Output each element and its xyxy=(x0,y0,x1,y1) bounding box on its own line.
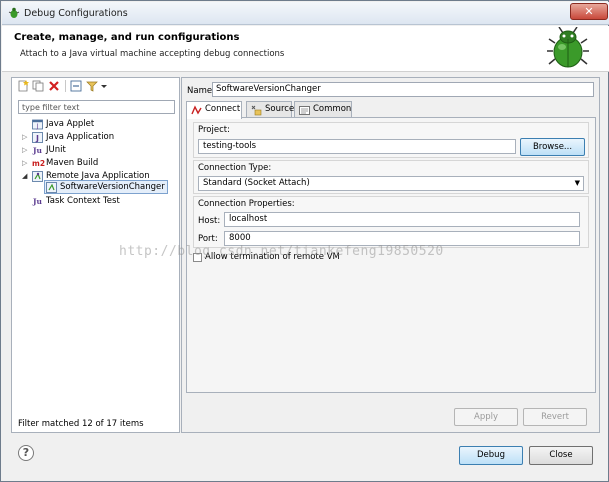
delete-icon[interactable] xyxy=(48,80,60,92)
common-icon xyxy=(299,106,310,115)
project-field[interactable]: testing-tools xyxy=(198,139,516,154)
connect-icon xyxy=(191,105,202,115)
watermark-text: http://blog.csdn.net/tiankefeng19850520 xyxy=(119,244,444,259)
tree-item-label: Java Application xyxy=(46,132,115,142)
junit-icon: Ju xyxy=(32,146,42,155)
tab-source[interactable]: Source xyxy=(246,101,295,118)
header-title: Create, manage, and run configurations xyxy=(14,32,240,43)
tree-item-junit[interactable]: ▷ Ju JUnit xyxy=(22,144,172,157)
duplicate-icon[interactable] xyxy=(32,80,44,92)
close-button[interactable]: Close xyxy=(529,446,593,465)
bug-icon xyxy=(547,27,589,68)
tree-item-softwareversionchanger[interactable]: SoftwareVersionChanger xyxy=(36,181,170,194)
debug-icon xyxy=(8,7,20,18)
new-configuration-icon[interactable] xyxy=(17,80,29,92)
filter-icon[interactable] xyxy=(86,80,98,92)
configuration-tree: J Java Applet ▷ J Java Application ▷ Ju … xyxy=(12,118,179,208)
project-label: Project: xyxy=(198,125,230,135)
tree-item-label: Task Context Test xyxy=(46,196,120,206)
debug-button[interactable]: Debug xyxy=(459,446,523,465)
source-icon xyxy=(251,105,262,116)
tree-item-label: Maven Build xyxy=(46,158,99,168)
tree-item-label: Java Applet xyxy=(46,119,95,129)
java-application-icon: J xyxy=(32,132,43,143)
expand-arrow-icon[interactable]: ▷ xyxy=(22,131,30,144)
tree-toolbar xyxy=(12,78,179,95)
title-bar: Debug Configurations ✕ xyxy=(2,2,609,25)
filter-status-text: Filter matched 12 of 17 items xyxy=(18,419,144,429)
help-icon[interactable]: ? xyxy=(18,445,34,461)
maven-icon: m2 xyxy=(32,159,46,168)
dialog-header: Create, manage, and run configurations A… xyxy=(2,26,609,72)
connection-type-value: Standard (Socket Attach) xyxy=(203,178,310,188)
connection-type-group: Connection Type: Standard (Socket Attach… xyxy=(193,160,589,194)
collapse-arrow-icon[interactable]: ◢ xyxy=(22,170,30,183)
task-context-icon: Ju xyxy=(32,197,42,206)
tree-item-java-application[interactable]: ▷ J Java Application xyxy=(22,131,172,144)
java-applet-icon: J xyxy=(32,119,43,130)
filter-input[interactable] xyxy=(18,100,175,114)
tab-connect[interactable]: Connect xyxy=(186,101,242,119)
connection-properties-group: Connection Properties: Host: localhost P… xyxy=(193,196,589,248)
svg-text:J: J xyxy=(36,123,39,130)
debug-configurations-window: Debug Configurations ✕ Create, manage, a… xyxy=(0,0,609,482)
apply-button[interactable]: Apply xyxy=(454,408,518,426)
chevron-down-icon[interactable] xyxy=(100,80,108,92)
tree-item-label: JUnit xyxy=(46,145,66,155)
window-close-button[interactable]: ✕ xyxy=(570,3,608,20)
name-label: Name: xyxy=(187,86,215,96)
connection-properties-label: Connection Properties: xyxy=(198,199,295,209)
name-field[interactable]: SoftwareVersionChanger xyxy=(212,82,594,97)
expand-arrow-icon[interactable]: ▷ xyxy=(22,144,30,157)
tree-item-label: SoftwareVersionChanger xyxy=(60,182,165,192)
host-field[interactable]: localhost xyxy=(224,212,580,227)
tab-label: Common xyxy=(313,104,352,114)
svg-text:J: J xyxy=(35,134,39,143)
chevron-down-icon: ▼ xyxy=(574,179,580,187)
configuration-tabs: Connect Source Common xyxy=(186,101,596,119)
tree-item-java-applet[interactable]: J Java Applet xyxy=(22,118,172,131)
tab-label: Connect xyxy=(205,104,241,114)
toolbar-separator xyxy=(65,80,66,92)
remote-config-icon xyxy=(46,182,57,193)
port-label: Port: xyxy=(198,234,218,244)
browse-button[interactable]: Browse... xyxy=(520,138,585,156)
tree-item-maven-build[interactable]: ▷ m2 Maven Build xyxy=(22,157,172,170)
tab-common[interactable]: Common xyxy=(294,101,352,118)
expand-arrow-icon[interactable]: ▷ xyxy=(22,157,30,170)
collapse-all-icon[interactable] xyxy=(70,80,82,92)
header-subtitle: Attach to a Java virtual machine accepti… xyxy=(20,49,285,59)
window-title: Debug Configurations xyxy=(24,8,128,19)
tree-item-task-context-test[interactable]: Ju Task Context Test xyxy=(22,195,172,208)
project-group: Project: testing-tools Browse... xyxy=(193,122,589,158)
connection-type-label: Connection Type: xyxy=(198,163,272,173)
revert-button[interactable]: Revert xyxy=(523,408,587,426)
host-label: Host: xyxy=(198,216,221,226)
connection-type-select[interactable]: Standard (Socket Attach) ▼ xyxy=(198,176,584,191)
tab-label: Source xyxy=(265,104,295,114)
